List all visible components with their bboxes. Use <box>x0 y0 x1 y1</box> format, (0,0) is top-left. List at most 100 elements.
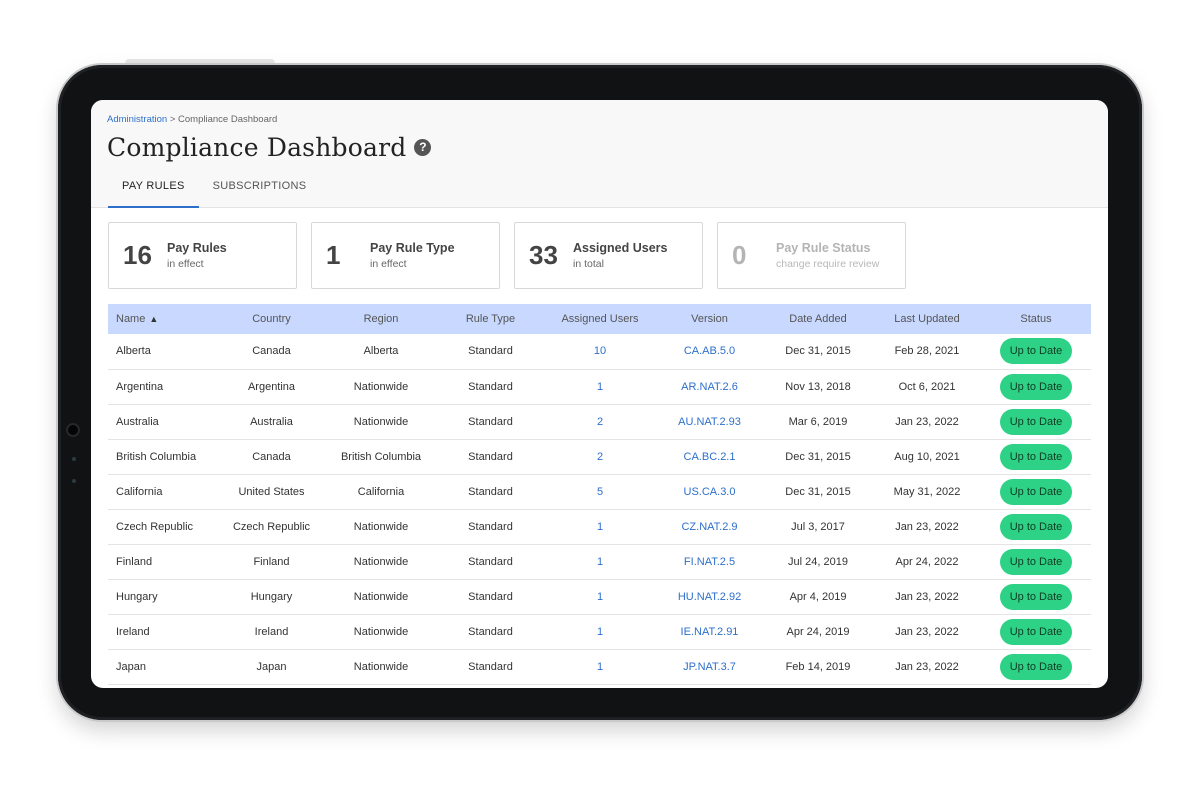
page-header: Administration > Compliance Dashboard Co… <box>91 100 1108 208</box>
cell-date-added: Dec 31, 2015 <box>785 485 851 498</box>
cell-country: Argentina <box>247 380 296 393</box>
cell-last-updated: Jan 23, 2022 <box>895 590 959 603</box>
cell-region: Nationwide <box>353 660 409 673</box>
cell-last-updated: Feb 28, 2021 <box>894 345 960 358</box>
cell-rule-type: Standard <box>468 520 513 533</box>
cell-country: Finland <box>253 555 290 568</box>
column-header-version[interactable]: Version <box>656 304 763 334</box>
table-row[interactable]: Finland Finland Nationwide Standard 1 FI.NAT.… <box>108 544 1091 579</box>
tab-subscriptions[interactable]: SUBSCRIPTIONS <box>199 174 321 208</box>
tab-pay-rules[interactable]: PAY RULES <box>108 174 199 208</box>
sensor-dot <box>72 479 76 483</box>
stat-card-pay-rule-status: 0 Pay Rule Status change require review <box>717 222 906 289</box>
cell-name: Finland <box>116 555 153 568</box>
cell-version-link[interactable]: JP.NAT.3.7 <box>683 661 736 673</box>
status-badge: Up to Date <box>1000 373 1072 400</box>
table-row[interactable]: Ireland Ireland Nationwide Standard 1 IE.NAT.… <box>108 614 1091 649</box>
cell-assigned-users-link[interactable]: 1 <box>597 556 603 568</box>
stat-subtitle: in effect <box>167 258 204 270</box>
table-row[interactable]: Alberta Canada Alberta Standard 10 CA.AB.5.0 D… <box>108 334 1091 369</box>
column-header-rule-type[interactable]: Rule Type <box>437 304 544 334</box>
cell-assigned-users-link[interactable]: 1 <box>597 521 603 533</box>
cell-name: Hungary <box>116 590 158 603</box>
status-badge: Up to Date <box>1000 618 1072 645</box>
cell-version-link[interactable]: CZ.NAT.2.9 <box>681 521 737 533</box>
cell-rule-type: Standard <box>468 415 513 428</box>
cell-assigned-users-link[interactable]: 1 <box>597 381 603 393</box>
cell-country: Australia <box>250 415 293 428</box>
table-row[interactable]: Japan Japan Nationwide Standard 1 JP.NAT.3.7 F… <box>108 649 1091 684</box>
cell-date-added: Dec 31, 2015 <box>785 450 851 463</box>
column-header-country[interactable]: Country <box>218 304 325 334</box>
table-row[interactable]: California United States California Standar… <box>108 474 1091 509</box>
cell-region: California <box>357 485 405 498</box>
stat-subtitle: change require review <box>776 258 880 270</box>
breadcrumb-link-administration[interactable]: Administration <box>107 114 167 125</box>
cell-version-link[interactable]: AU.NAT.2.93 <box>678 416 741 428</box>
cell-rule-type: Standard <box>468 555 513 568</box>
table-row[interactable]: Czech Republic Czech Republic Nationwide St… <box>108 509 1091 544</box>
cell-name: Ireland <box>116 625 150 638</box>
status-badge: Up to Date <box>1000 408 1072 435</box>
column-header-name[interactable]: Name ▲ <box>108 304 218 334</box>
cell-region: British Columbia <box>340 450 422 463</box>
status-badge: Up to Date <box>1000 653 1072 680</box>
cell-region: Alberta <box>363 345 399 358</box>
cell-version-link[interactable]: FI.NAT.2.5 <box>684 556 735 568</box>
column-header-region[interactable]: Region <box>325 304 437 334</box>
cell-assigned-users-link[interactable]: 1 <box>597 661 603 673</box>
table-row[interactable]: Australia Australia Nationwide Standard 2 AU.… <box>108 404 1091 439</box>
cell-version-link[interactable]: AR.NAT.2.6 <box>681 381 738 393</box>
cell-version-link[interactable]: CA.AB.5.0 <box>684 345 735 357</box>
cell-assigned-users-link[interactable]: 5 <box>597 486 603 498</box>
column-header-date-added[interactable]: Date Added <box>763 304 873 334</box>
cell-date-added: Apr 24, 2019 <box>786 625 850 638</box>
cell-assigned-users-link[interactable]: 10 <box>594 345 606 357</box>
cell-name: Czech Republic <box>116 520 194 533</box>
stat-card-assigned-users: 33 Assigned Users in total <box>514 222 703 289</box>
breadcrumb: Administration > Compliance Dashboard <box>107 114 277 125</box>
status-badge: Up to Date <box>1000 338 1072 365</box>
cell-date-added: Jul 3, 2017 <box>791 520 845 533</box>
cell-region: Nationwide <box>353 590 409 603</box>
cell-last-updated: Jan 23, 2022 <box>895 415 959 428</box>
column-header-assigned-users[interactable]: Assigned Users <box>544 304 656 334</box>
help-icon[interactable]: ? <box>414 139 432 156</box>
cell-version-link[interactable]: IE.NAT.2.91 <box>681 626 739 638</box>
cell-rule-type: Standard <box>468 485 513 498</box>
cell-rule-type: Standard <box>468 660 513 673</box>
cell-country: Ireland <box>254 625 289 638</box>
cell-name: Alberta <box>116 345 151 358</box>
cell-version-link[interactable]: CA.BC.2.1 <box>684 451 736 463</box>
cell-rule-type: Standard <box>468 380 513 393</box>
cell-region: Nationwide <box>353 520 409 533</box>
table-row[interactable]: Hungary Hungary Nationwide Standard 1 HU.NAT.… <box>108 579 1091 614</box>
cell-date-added: Apr 4, 2019 <box>789 590 847 603</box>
cell-assigned-users-link[interactable]: 1 <box>597 591 603 603</box>
camera-icon <box>66 423 80 437</box>
column-header-last-updated[interactable]: Last Updated <box>873 304 981 334</box>
cell-assigned-users-link[interactable]: 2 <box>597 451 603 463</box>
cell-assigned-users-link[interactable]: 2 <box>597 416 603 428</box>
cell-country: Canada <box>252 345 291 358</box>
cell-last-updated: Apr 24, 2022 <box>895 555 959 568</box>
cell-name: Japan <box>116 660 146 673</box>
table-row[interactable]: British Columbia Canada British Columbia St… <box>108 439 1091 474</box>
cell-rule-type: Standard <box>468 625 513 638</box>
stat-title: Pay Rule Status <box>776 241 871 255</box>
stat-value: 33 <box>529 240 558 270</box>
table-row[interactable]: Argentina Argentina Nationwide Standard 1 AR.… <box>108 369 1091 404</box>
cell-date-added: Mar 6, 2019 <box>788 415 848 428</box>
tab-bar: PAY RULES SUBSCRIPTIONS <box>108 174 320 208</box>
status-badge: Up to Date <box>1000 478 1072 505</box>
cell-version-link[interactable]: US.CA.3.0 <box>684 486 736 498</box>
sort-ascending-icon[interactable]: ▲ <box>149 314 158 324</box>
column-header-status[interactable]: Status <box>981 304 1091 334</box>
cell-region: Nationwide <box>353 555 409 568</box>
table-body: Alberta Canada Alberta Standard 10 CA.AB.5.0 D… <box>108 334 1091 684</box>
cell-version-link[interactable]: HU.NAT.2.92 <box>678 591 741 603</box>
pay-rules-table: Name ▲ Country Region Rule Type Assigned … <box>108 304 1091 685</box>
cell-name: Australia <box>116 415 159 428</box>
cell-last-updated: Jan 23, 2022 <box>895 660 959 673</box>
cell-assigned-users-link[interactable]: 1 <box>597 626 603 638</box>
